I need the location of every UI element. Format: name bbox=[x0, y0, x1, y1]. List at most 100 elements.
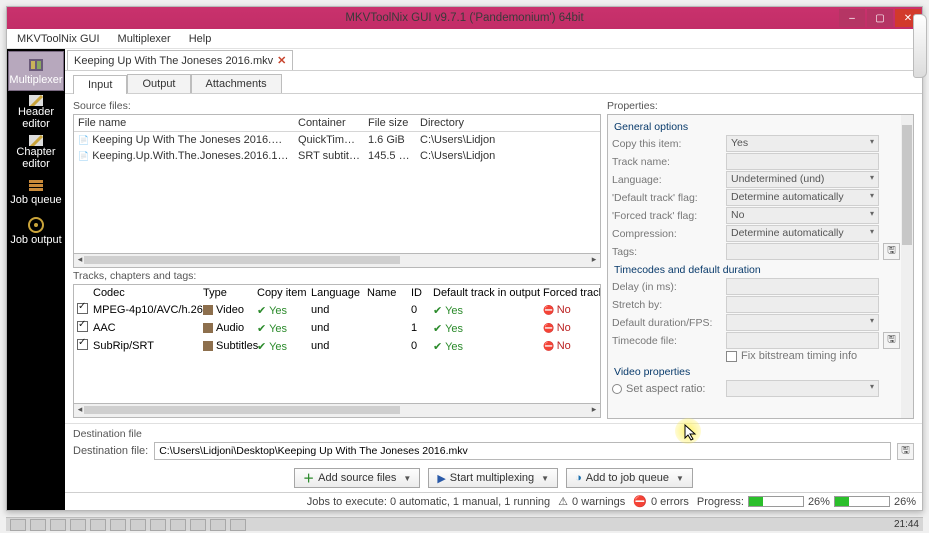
col-default[interactable]: Default track in output bbox=[430, 285, 540, 301]
menu-mkvtoolnix[interactable]: MKVToolNix GUI bbox=[11, 31, 106, 47]
track-copy: Yes bbox=[254, 320, 308, 337]
col-forced[interactable]: Forced track bbox=[540, 285, 600, 301]
source-files-list[interactable]: File name Container File size Directory … bbox=[73, 114, 601, 254]
taskbar-app-icon[interactable] bbox=[190, 519, 206, 531]
copy-item-label: Copy this item: bbox=[612, 138, 722, 150]
tab-input[interactable]: Input bbox=[73, 75, 127, 94]
taskbar-app-icon[interactable] bbox=[130, 519, 146, 531]
col-filename[interactable]: File name bbox=[74, 115, 294, 131]
window-minimize-button[interactable]: – bbox=[839, 9, 865, 27]
taskbar-app-icon[interactable] bbox=[150, 519, 166, 531]
chevron-down-icon[interactable]: ▼ bbox=[541, 474, 549, 483]
taskbar-app-icon[interactable] bbox=[30, 519, 46, 531]
compression-select[interactable]: Determine automatically bbox=[726, 225, 879, 242]
source-file-row[interactable]: Keeping.Up.With.The.Joneses.2016.1080p-7… bbox=[74, 148, 600, 164]
recorder-scroll-handle[interactable] bbox=[913, 14, 927, 78]
highlight-overlay bbox=[675, 418, 701, 444]
taskbar-clock[interactable]: 21:44 bbox=[894, 519, 919, 530]
destination-browse-button[interactable]: 🖫 bbox=[897, 443, 914, 460]
language-select[interactable]: Undetermined (und) bbox=[726, 171, 879, 188]
aspect-select[interactable] bbox=[726, 380, 879, 397]
chevron-down-icon[interactable]: ▼ bbox=[676, 474, 684, 483]
track-row[interactable]: SubRip/SRT Subtitles Yes und 0 Yes No bbox=[74, 337, 600, 355]
source-file-row[interactable]: Keeping Up With The Joneses 2016.mp4 Qui… bbox=[74, 132, 600, 148]
file-tab-strip: Keeping Up With The Joneses 2016.mkv ✕ bbox=[65, 49, 922, 71]
start-button[interactable] bbox=[10, 519, 26, 531]
fix-bitstream-checkbox[interactable]: Fix bitstream timing info bbox=[726, 350, 879, 362]
menu-help[interactable]: Help bbox=[183, 31, 218, 47]
taskbar-app-icon[interactable] bbox=[70, 519, 86, 531]
file-tab-close-icon[interactable]: ✕ bbox=[277, 54, 286, 67]
track-row[interactable]: AAC Audio Yes und 1 Yes No bbox=[74, 319, 600, 337]
col-filesize[interactable]: File size bbox=[364, 115, 416, 131]
file-tab[interactable]: Keeping Up With The Joneses 2016.mkv ✕ bbox=[67, 50, 293, 70]
add-to-job-queue-button[interactable]: ◑Add to job queue▼ bbox=[566, 468, 693, 488]
tab-output[interactable]: Output bbox=[127, 74, 190, 93]
chevron-down-icon[interactable]: ▼ bbox=[403, 474, 411, 483]
col-container[interactable]: Container bbox=[294, 115, 364, 131]
track-codec: SubRip/SRT bbox=[90, 338, 200, 354]
sidebar-item-chapter-editor[interactable]: Chapter editor bbox=[8, 131, 64, 171]
taskbar-app-icon[interactable] bbox=[110, 519, 126, 531]
tcfile-input[interactable] bbox=[726, 332, 879, 349]
col-language[interactable]: Language bbox=[308, 285, 364, 301]
progress-bar-1 bbox=[748, 496, 804, 507]
stretch-input[interactable] bbox=[726, 296, 879, 313]
destination-input[interactable] bbox=[154, 442, 891, 460]
properties-vscroll[interactable] bbox=[901, 115, 913, 418]
default-flag-select[interactable]: Determine automatically bbox=[726, 189, 879, 206]
taskbar-app-icon[interactable] bbox=[50, 519, 66, 531]
source-files-hscroll[interactable]: ◂▸ bbox=[73, 254, 601, 268]
source-file-size: 145.5 KiB bbox=[364, 148, 416, 164]
window-maximize-button[interactable]: ▢ bbox=[867, 9, 893, 27]
col-id[interactable]: ID bbox=[408, 285, 430, 301]
fps-select[interactable] bbox=[726, 314, 879, 331]
col-name[interactable]: Name bbox=[364, 285, 408, 301]
start-multiplexing-button[interactable]: ▶Start multiplexing▼ bbox=[428, 468, 558, 488]
titlebar[interactable]: MKVToolNix GUI v9.7.1 ('Pandemonium') 64… bbox=[7, 7, 922, 29]
compression-label: Compression: bbox=[612, 228, 722, 240]
track-name-input[interactable] bbox=[726, 153, 879, 170]
tags-browse-button[interactable]: 🖫 bbox=[883, 243, 900, 260]
video-icon bbox=[203, 305, 213, 315]
menu-multiplexer[interactable]: Multiplexer bbox=[112, 31, 177, 47]
stretch-label: Stretch by: bbox=[612, 299, 722, 311]
col-copy[interactable]: Copy item bbox=[254, 285, 308, 301]
tab-attachments[interactable]: Attachments bbox=[191, 74, 282, 93]
track-checkbox[interactable] bbox=[77, 339, 88, 350]
track-checkbox[interactable] bbox=[77, 303, 88, 314]
track-checkbox[interactable] bbox=[77, 321, 88, 332]
sidebar-item-multiplexer[interactable]: Multiplexer bbox=[8, 51, 64, 91]
aspect-label[interactable]: Set aspect ratio: bbox=[612, 383, 722, 395]
track-row[interactable]: MPEG-4p10/AVC/h.264 Video Yes und 0 Yes … bbox=[74, 301, 600, 319]
os-taskbar[interactable]: 21:44 bbox=[6, 517, 923, 531]
source-files-header: File name Container File size Directory bbox=[74, 115, 600, 132]
sidebar-label: Job queue bbox=[10, 194, 61, 206]
source-file-dir: C:\Users\Lidjon bbox=[416, 148, 600, 164]
taskbar-app-icon[interactable] bbox=[230, 519, 246, 531]
taskbar-app-icon[interactable] bbox=[210, 519, 226, 531]
col-type[interactable]: Type bbox=[200, 285, 254, 301]
status-progress: Progress: 26% 26% bbox=[697, 496, 916, 508]
sidebar-item-header-editor[interactable]: Header editor bbox=[8, 91, 64, 131]
tcfile-browse-button[interactable]: 🖫 bbox=[883, 332, 900, 349]
tracks-list[interactable]: Codec Type Copy item Language Name ID De… bbox=[73, 284, 601, 404]
col-codec[interactable]: Codec bbox=[90, 285, 200, 301]
sidebar-item-job-queue[interactable]: Job queue bbox=[8, 171, 64, 211]
track-forced: No bbox=[540, 302, 600, 318]
source-file-dir: C:\Users\Lidjon bbox=[416, 132, 600, 148]
tracks-hscroll[interactable]: ◂▸ bbox=[73, 404, 601, 418]
tags-input[interactable] bbox=[726, 243, 879, 260]
status-warnings: ⚠0 warnings bbox=[558, 495, 625, 508]
taskbar-app-icon[interactable] bbox=[90, 519, 106, 531]
copy-item-select[interactable]: Yes bbox=[726, 135, 879, 152]
delay-input[interactable] bbox=[726, 278, 879, 295]
progress-pct-2: 26% bbox=[894, 496, 916, 508]
track-codec: AAC bbox=[90, 320, 200, 336]
forced-flag-select[interactable]: No bbox=[726, 207, 879, 224]
sidebar-item-job-output[interactable]: Job output bbox=[8, 211, 64, 251]
col-directory[interactable]: Directory bbox=[416, 115, 600, 131]
add-source-files-button[interactable]: ＋Add source files▼ bbox=[294, 468, 420, 488]
track-id: 0 bbox=[408, 338, 430, 354]
taskbar-app-icon[interactable] bbox=[170, 519, 186, 531]
